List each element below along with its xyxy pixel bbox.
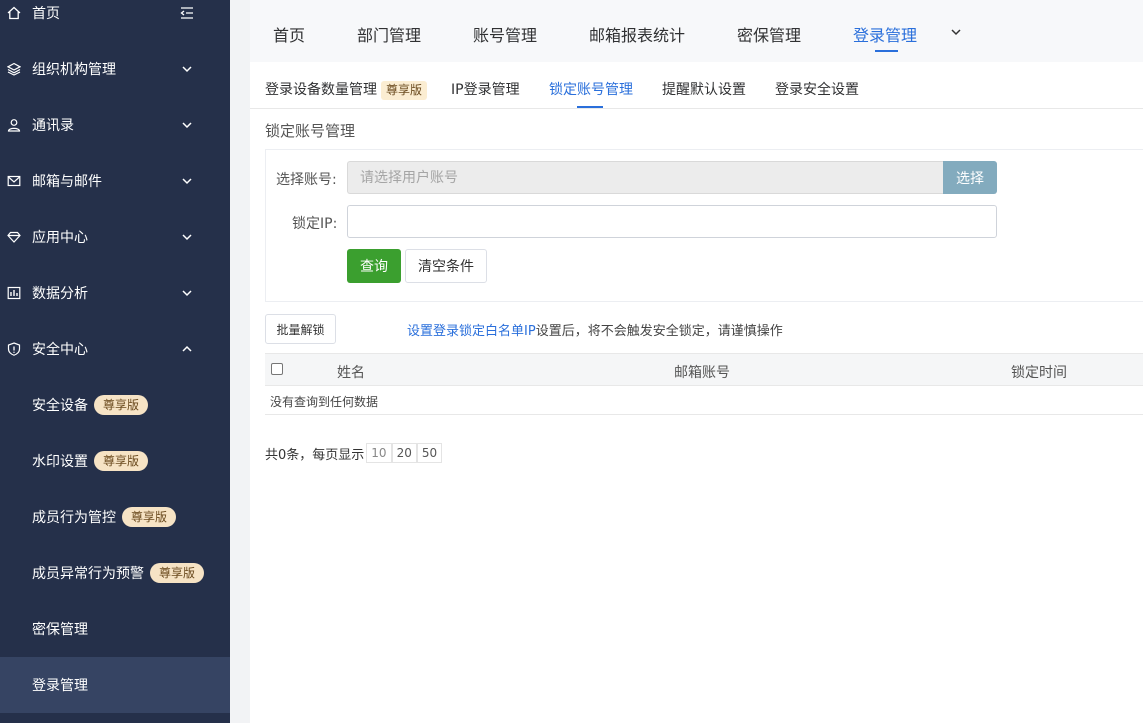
sidebar-item-apps[interactable]: 应用中心 [0, 209, 230, 265]
sidebar-subitem-label: 安全设备 [32, 398, 88, 414]
chevron-up-icon [181, 343, 193, 355]
sidebar-item-label: 应用中心 [32, 230, 88, 246]
sidebar-subitem-security-device[interactable]: 安全设备 尊享版 [0, 377, 230, 433]
sidebar-subitem-security-question[interactable]: 密保管理 [0, 601, 230, 657]
chevron-down-icon [181, 63, 193, 75]
account-select-input[interactable] [347, 161, 944, 194]
chevron-down-icon [181, 231, 193, 243]
sidebar-item-mail[interactable]: 邮箱与邮件 [0, 153, 230, 209]
sidebar-subitem-label: 登录管理 [32, 678, 88, 694]
query-button[interactable]: 查询 [347, 249, 401, 283]
column-header-name: 姓名 [337, 365, 365, 381]
layers-icon [6, 61, 22, 77]
chart-icon [6, 285, 22, 301]
page-size-20[interactable]: 20 [391, 443, 417, 463]
account-label: 选择账号: [276, 172, 337, 188]
subtab-device-count[interactable]: 登录设备数量管理 尊享版 [265, 79, 428, 100]
subtab-reminder-defaults[interactable]: 提醒默认设置 [662, 79, 746, 99]
subtab-label: 登录设备数量管理 [265, 82, 377, 98]
pagination-summary: 共0条，每页显示 [265, 447, 365, 463]
sidebar-subitem-abnormal-warning[interactable]: 成员异常行为预警 尊享版 [0, 545, 230, 601]
sidebar-subitem-label: 成员异常行为预警 [32, 566, 144, 582]
select-all-checkbox[interactable] [271, 363, 283, 375]
divider [250, 108, 1143, 109]
diamond-icon [6, 229, 22, 245]
premium-badge: 尊享版 [381, 81, 428, 100]
pagination: 共0条，每页显示 10 20 50 [265, 443, 443, 463]
page-size-10[interactable]: 10 [366, 443, 392, 463]
whitelist-link[interactable]: 设置登录锁定白名单IP [407, 324, 536, 339]
filter-form: 选择账号: 选择 锁定IP: 查询 清空条件 [265, 149, 1143, 302]
ip-label: 锁定IP: [292, 216, 338, 232]
whitelist-notice: 设置登录锁定白名单IP设置后，将不会触发安全锁定，请谨慎操作 [407, 320, 783, 339]
chevron-down-icon [181, 287, 193, 299]
clear-conditions-button[interactable]: 清空条件 [405, 249, 487, 283]
sidebar-item-organization[interactable]: 组织机构管理 [0, 41, 230, 97]
sidebar-item-contacts[interactable]: 通讯录 [0, 97, 230, 153]
table-header: 姓名 邮箱账号 锁定时间 [265, 353, 1143, 386]
notice-text: 设置后，将不会触发安全锁定，请谨慎操作 [535, 324, 783, 339]
batch-unlock-button[interactable]: 批量解锁 [265, 314, 336, 344]
page-size-50[interactable]: 50 [416, 443, 443, 463]
user-icon [6, 117, 22, 133]
home-icon [6, 5, 22, 21]
ip-input[interactable] [347, 205, 997, 238]
premium-badge: 尊享版 [150, 563, 205, 583]
tab-mailbox-report[interactable]: 邮箱报表统计 [589, 22, 685, 46]
main-content: 登录设备数量管理 尊享版 IP登录管理 锁定账号管理 提醒默认设置 登录安全设置 … [250, 62, 1143, 723]
tab-security-question[interactable]: 密保管理 [737, 22, 801, 46]
active-tab-indicator [875, 50, 898, 52]
sidebar-item-label: 组织机构管理 [32, 62, 116, 78]
select-account-button[interactable]: 选择 [943, 161, 997, 194]
sidebar-item-label: 通讯录 [32, 118, 74, 134]
tab-account-management[interactable]: 账号管理 [473, 22, 537, 46]
subtab-ip-login[interactable]: IP登录管理 [451, 79, 520, 99]
collapse-menu-icon[interactable] [180, 6, 194, 20]
tab-department-management[interactable]: 部门管理 [357, 22, 421, 46]
subtab-locked-accounts[interactable]: 锁定账号管理 [549, 79, 633, 99]
table-empty-row: 没有查询到任何数据 [265, 386, 1143, 415]
column-header-email: 邮箱账号 [674, 365, 730, 381]
premium-badge: 尊享版 [94, 451, 149, 471]
sidebar: 首页 组织机构管理 通讯录 邮箱与邮件 应用中心 数据分析 安全中心 安全设备 … [0, 0, 230, 723]
mail-icon [6, 173, 22, 189]
shield-icon [6, 341, 22, 357]
subtab-login-security[interactable]: 登录安全设置 [775, 79, 859, 99]
sidebar-item-analytics[interactable]: 数据分析 [0, 265, 230, 321]
sidebar-subitem-label: 水印设置 [32, 454, 88, 470]
premium-badge: 尊享版 [122, 507, 177, 527]
tab-login-management[interactable]: 登录管理 [853, 22, 917, 46]
sidebar-item-security[interactable]: 安全中心 [0, 321, 230, 377]
sidebar-item-label: 数据分析 [32, 286, 88, 302]
chevron-down-icon [181, 175, 193, 187]
column-header-lock-time: 锁定时间 [1011, 365, 1067, 381]
section-title: 锁定账号管理 [265, 122, 356, 140]
top-navigation: 首页 部门管理 账号管理 邮箱报表统计 密保管理 登录管理 [250, 0, 1143, 62]
sidebar-item-label: 邮箱与邮件 [32, 174, 102, 190]
chevron-down-icon [181, 119, 193, 131]
sidebar-item-home[interactable]: 首页 [0, 0, 230, 41]
sidebar-subitem-login-management[interactable]: 登录管理 [0, 657, 230, 713]
tab-home[interactable]: 首页 [273, 22, 305, 46]
sidebar-subitem-behavior-control[interactable]: 成员行为管控 尊享版 [0, 489, 230, 545]
premium-badge: 尊享版 [94, 395, 149, 415]
more-tabs-chevron-icon[interactable] [950, 26, 962, 38]
sidebar-item-label: 安全中心 [32, 342, 88, 358]
sidebar-subitem-label: 密保管理 [32, 622, 88, 638]
sidebar-subitem-label: 成员行为管控 [32, 510, 116, 526]
sidebar-item-label: 首页 [32, 6, 60, 22]
sidebar-subitem-watermark[interactable]: 水印设置 尊享版 [0, 433, 230, 489]
